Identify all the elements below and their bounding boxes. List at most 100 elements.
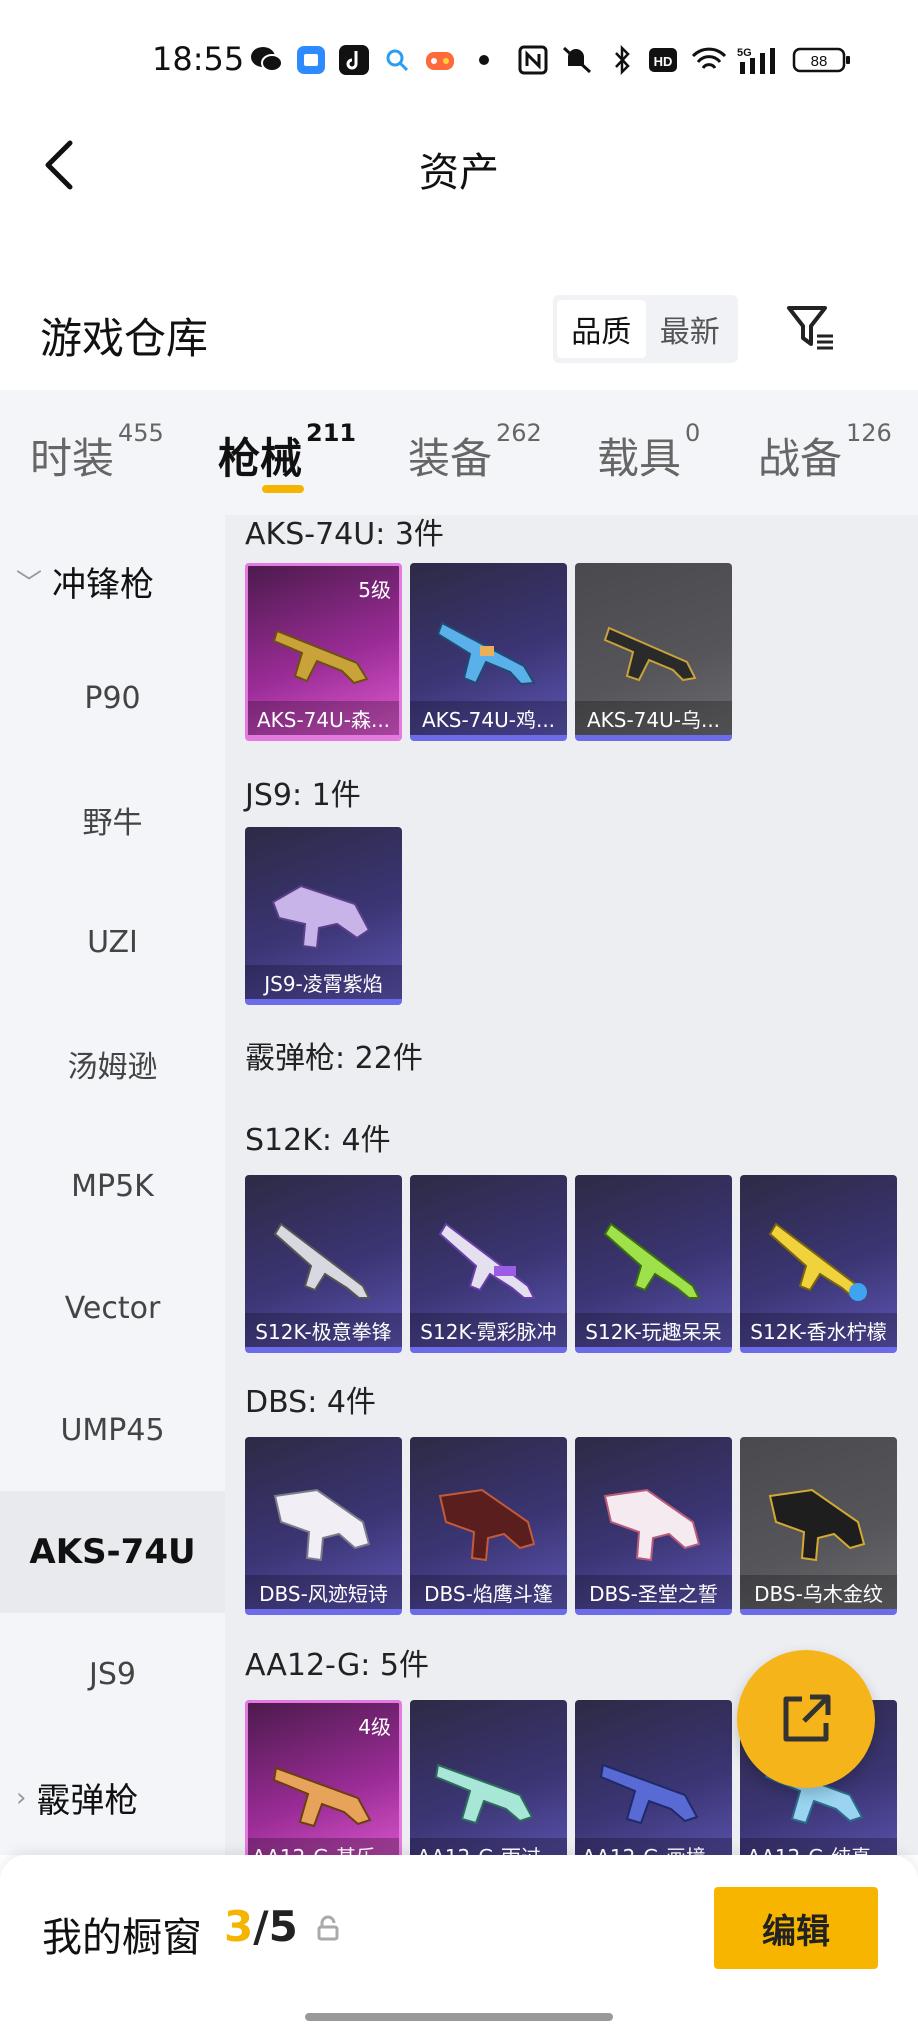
filter-button[interactable] [785,302,837,354]
weapon-name: AA12-G-甚乐... [248,1838,399,1855]
weapon-card-js9-1[interactable]: JS9-凌霄紫焰 [245,827,402,1005]
weapon-card-aks-1[interactable]: 5级 AKS-74U-森... [245,563,402,741]
weapon-card-s12k-2[interactable]: S12K-霓彩脉冲 [410,1175,567,1353]
group-header-aa12: AA12-G: 5件 [245,1648,429,1683]
signal-icon: 5G [736,43,782,77]
weapon-name: S12K-霓彩脉冲 [410,1313,567,1347]
tab-fashion[interactable]: 时装455 [30,419,164,486]
sort-latest-button[interactable]: 最新 [646,300,735,358]
bluetooth-icon [612,43,632,77]
group-header-aks: AKS-74U: 3件 [245,517,444,552]
weapon-card-aks-2[interactable]: AKS-74U-鸡... [410,563,567,741]
weapon-name: DBS-焰鹰斗篷 [410,1575,567,1609]
battery-icon: 88 [792,43,852,77]
weapon-name: AKS-74U-乌... [575,701,732,735]
chevron-down-icon: ﹀ [16,569,43,599]
weapon-name: S12K-极意拳锋 [245,1313,402,1347]
group-header-dbs: DBS: 4件 [245,1385,376,1420]
weapon-name: DBS-圣堂之誓 [575,1575,732,1609]
weapon-name: DBS-乌木金纹 [740,1575,897,1609]
weapon-image [438,1222,536,1299]
sidebar-item-js9[interactable]: JS9 [0,1613,225,1735]
weapon-image [603,1488,701,1562]
weapon-card-aa12-3[interactable]: AA12-G-画境... [575,1700,732,1855]
phone-manager-icon [295,43,327,77]
dot-icon [478,43,490,77]
sidebar-item-vector[interactable]: Vector [0,1247,225,1369]
home-indicator [305,2013,613,2021]
hd-icon: HD [648,43,678,77]
weapon-name: AA12-G-画境... [575,1838,732,1855]
weapon-image [603,626,697,682]
weapon-card-s12k-1[interactable]: S12K-极意拳锋 [245,1175,402,1353]
weapon-image [272,1766,372,1828]
showcase-count: 3/5 [224,1902,298,1951]
tab-equipment[interactable]: 装备262 [408,419,542,486]
weapon-name: JS9-凌霄紫焰 [245,965,402,999]
weapon-image [438,1488,536,1562]
weapon-card-aa12-1[interactable]: 4级 AA12-G-甚乐... [245,1700,402,1855]
weapon-name: DBS-风迹短诗 [245,1575,402,1609]
tiktok-icon [338,43,370,77]
group-header-s12k: S12K: 4件 [245,1123,391,1158]
weapon-name: AKS-74U-森... [248,701,399,735]
wifi-icon [690,43,728,77]
warehouse-title: 游戏仓库 [40,314,209,363]
status-bar: 18:55 HD 5G 88 [0,0,918,120]
nfc-icon [518,43,548,77]
weapon-name: AKS-74U-鸡... [410,701,567,735]
share-icon [783,1694,831,1742]
sidebar-item-thompson[interactable]: 汤姆逊 [0,1003,225,1125]
tab-guns[interactable]: 枪械211 [218,419,356,486]
edit-button[interactable]: 编辑 [714,1887,878,1969]
sidebar-item-p90[interactable]: P90 [0,637,225,759]
weapon-card-dbs-4[interactable]: DBS-乌木金纹 [740,1437,897,1615]
weapon-card-s12k-3[interactable]: S12K-玩趣呆呆 [575,1175,732,1353]
status-time: 18:55 [152,40,245,78]
showcase-label: 我的橱窗 [42,1915,202,1961]
sidebar-group-smg[interactable]: ﹀ 冲锋枪 [16,557,154,606]
weapon-image [603,1222,701,1299]
weapon-card-s12k-4[interactable]: S12K-香水柠檬 [740,1175,897,1353]
weapon-card-dbs-2[interactable]: DBS-焰鹰斗篷 [410,1437,567,1615]
weapon-image [768,1222,867,1301]
tab-vehicles[interactable]: 载具0 [597,419,700,486]
svg-text:5G: 5G [737,47,752,59]
search-app-icon [383,43,411,77]
group-header-shotgun: 霰弹枪: 22件 [245,1041,423,1076]
weapon-card-dbs-1[interactable]: DBS-风迹短诗 [245,1437,402,1615]
weapon-image [271,884,371,950]
weapon-name: S12K-玩趣呆呆 [575,1313,732,1347]
sidebar-item-aks74u[interactable]: AKS-74U [0,1491,225,1613]
weapon-card-aks-3[interactable]: AKS-74U-乌... [575,563,732,741]
weapon-name: AA12-G-雨过... [410,1838,567,1855]
svg-text:88: 88 [811,53,828,70]
weapon-card-aa12-2[interactable]: AA12-G-雨过... [410,1700,567,1855]
weapon-image [599,1763,699,1825]
weapon-image [273,1222,371,1299]
wechat-icon [250,43,284,77]
weapon-image [434,1763,534,1825]
page-title: 资产 [419,150,499,196]
sort-quality-button[interactable]: 品质 [557,300,646,358]
sidebar-item-bizon[interactable]: 野牛 [0,759,225,881]
sidebar-group-shotgun[interactable]: › 霰弹枪 [16,1773,138,1822]
lock-icon [317,1915,339,1941]
share-button[interactable] [737,1650,875,1788]
chevron-right-icon: › [16,1782,27,1813]
weapon-image [768,1488,866,1562]
sidebar-item-ump45[interactable]: UMP45 [0,1369,225,1491]
weapon-image [273,1488,371,1562]
sidebar-item-uzi[interactable]: UZI [0,881,225,1003]
sidebar-item-mp5k[interactable]: MP5K [0,1125,225,1247]
weapon-name: AA12-G-纯真... [740,1838,897,1855]
weapon-sidebar: ﹀ 冲锋枪 P90 野牛 UZI 汤姆逊 MP5K Vector UMP45 AK… [0,515,225,1855]
tab-supplies[interactable]: 战备126 [758,419,892,486]
weapon-card-dbs-3[interactable]: DBS-圣堂之誓 [575,1437,732,1615]
weapon-name: S12K-香水柠檬 [740,1313,897,1347]
filter-icon [787,306,833,350]
game-app-icon [424,43,456,77]
svg-text:HD: HD [654,54,673,69]
weapon-image [436,621,536,686]
group-header-js9: JS9: 1件 [245,778,361,813]
